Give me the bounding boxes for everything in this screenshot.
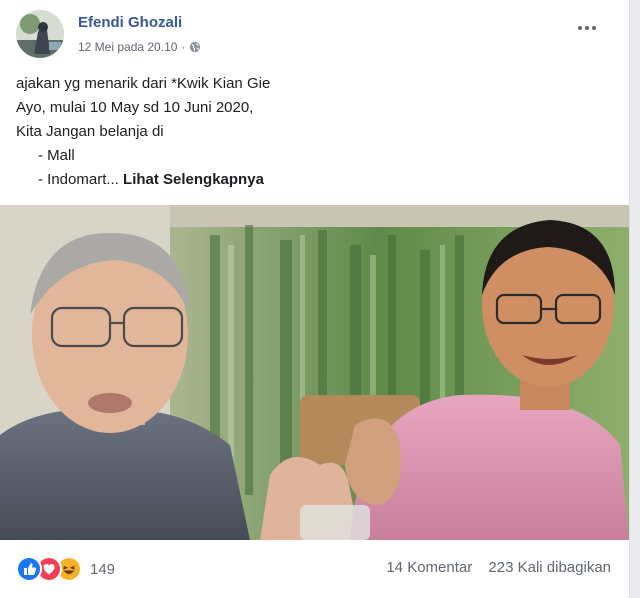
post-text: ajakan yg menarik dari *Kwik Kian Gie Ay… (16, 72, 576, 192)
post-timestamp[interactable]: 12 Mei pada 20.10 (78, 40, 177, 54)
shares-count-link[interactable]: 223 Kali dibagikan (488, 559, 611, 576)
like-icon (16, 556, 42, 582)
post-meta: 12 Mei pada 20.10 · (78, 40, 201, 54)
see-more-link[interactable]: Lihat Selengkapnya (123, 171, 264, 188)
comments-count-link[interactable]: 14 Komentar (386, 559, 472, 576)
post-text-line: ajakan yg menarik dari *Kwik Kian Gie (16, 75, 271, 92)
author-name[interactable]: Efendi Ghozali (78, 14, 182, 31)
post-text-line: Ayo, mulai 10 May sd 10 Juni 2020, (16, 99, 254, 116)
post-footer: 149 14 Komentar 223 Kali dibagikan (0, 548, 629, 590)
post-text-line: Kita Jangan belanja di (16, 123, 164, 140)
post-text-line: - Mall (38, 147, 75, 164)
reaction-count: 149 (90, 560, 116, 578)
globe-icon (189, 41, 201, 53)
post-text-line: - Indomart... Lihat Selengkapnya (16, 168, 576, 192)
avatar[interactable] (16, 10, 64, 58)
post-card: Efendi Ghozali 12 Mei pada 20.10 · ajaka… (0, 0, 630, 598)
engagement-stats: 14 Komentar 223 Kali dibagikan (374, 559, 611, 576)
reactions-summary[interactable]: 149 (16, 556, 115, 582)
more-options-icon[interactable] (572, 18, 602, 38)
meta-separator: · (181, 40, 186, 54)
post-photo[interactable] (0, 205, 629, 540)
post-text-truncated: - Indomart... (38, 171, 119, 188)
